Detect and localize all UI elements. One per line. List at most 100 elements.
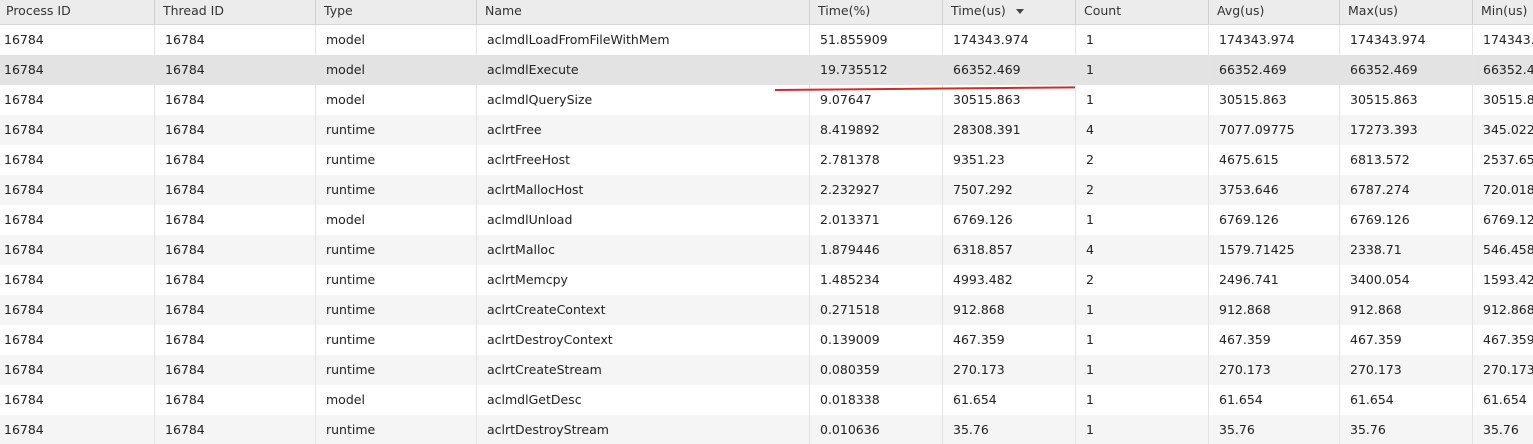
thread-id-cell: 16784	[155, 25, 316, 55]
min-us-cell: 912.868	[1483, 302, 1533, 317]
count-cell: 2	[1076, 175, 1209, 205]
count-cell: 1	[1076, 295, 1209, 325]
process-id-cell: 16784	[0, 55, 155, 85]
count-cell: 1	[1076, 325, 1209, 355]
process-id-cell: 16784	[0, 205, 155, 235]
table-row[interactable]: 16784 16784 model aclmdlQuerySize 9.07647 305…	[0, 85, 1533, 115]
time-percent-cell: 0.010636	[810, 415, 943, 444]
min-us-cell: 61.654	[1483, 392, 1527, 407]
table-body: 16784 16784 model aclmdlLoadFromFileWithMem…	[0, 25, 1533, 444]
time-percent-cell: 1.485234	[810, 265, 943, 295]
time-percent-cell: 0.271518	[810, 295, 943, 325]
max-us-cell: 3400.054	[1340, 265, 1473, 295]
column-header-time-us[interactable]: Time(us)	[943, 0, 1076, 24]
table-row[interactable]: 16784 16784 model aclmdlGetDesc 0.018338 61.6…	[0, 385, 1533, 415]
table-row[interactable]: 16784 16784 model aclmdlExecute 19.735512 663…	[0, 55, 1533, 85]
thread-id-cell: 16784	[155, 355, 316, 385]
type-cell: runtime	[316, 295, 477, 325]
column-header-name[interactable]: Name	[477, 0, 810, 24]
thread-id-cell: 16784	[155, 295, 316, 325]
count-cell: 1	[1076, 25, 1209, 55]
type-cell: model	[316, 385, 477, 415]
max-us-cell: 6787.274	[1340, 175, 1473, 205]
avg-us-cell: 66352.469	[1209, 55, 1340, 85]
name-cell: aclrtMemcpy	[477, 265, 810, 295]
type-cell: runtime	[316, 415, 477, 444]
max-us-cell: 61.654	[1340, 385, 1473, 415]
max-us-cell: 35.76	[1340, 415, 1473, 444]
process-id-cell: 16784	[0, 85, 155, 115]
time-percent-cell: 0.080359	[810, 355, 943, 385]
column-header-thread-id[interactable]: Thread ID	[155, 0, 316, 24]
name-cell: aclrtCreateStream	[477, 355, 810, 385]
api-statistics-table: Process ID Thread ID Type Name Time(%) T…	[0, 0, 1533, 444]
avg-us-cell: 30515.863	[1209, 85, 1340, 115]
type-cell: runtime	[316, 235, 477, 265]
max-us-cell: 270.173	[1340, 355, 1473, 385]
avg-us-cell: 174343.974	[1209, 25, 1340, 55]
type-cell: runtime	[316, 175, 477, 205]
min-us-cell: 2537.65	[1483, 152, 1533, 167]
process-id-cell: 16784	[0, 235, 155, 265]
table-row[interactable]: 16784 16784 model aclmdlUnload 2.013371 6769.…	[0, 205, 1533, 235]
name-cell: aclrtDestroyContext	[477, 325, 810, 355]
time-percent-cell: 2.781378	[810, 145, 943, 175]
table-row[interactable]: 16784 16784 runtime aclrtMallocHost 2.232927…	[0, 175, 1533, 205]
table-row[interactable]: 16784 16784 runtime aclrtMalloc 1.879446 6318…	[0, 235, 1533, 265]
table-row[interactable]: 16784 16784 model aclmdlLoadFromFileWithMem…	[0, 25, 1533, 55]
column-header-avg-us[interactable]: Avg(us)	[1209, 0, 1340, 24]
time-us-cell: 28308.391	[943, 115, 1076, 145]
column-header-process-id[interactable]: Process ID	[0, 0, 155, 24]
time-us-cell: 270.173	[943, 355, 1076, 385]
time-percent-cell: 0.139009	[810, 325, 943, 355]
avg-us-cell: 912.868	[1209, 295, 1340, 325]
table-row[interactable]: 16784 16784 runtime aclrtFreeHost 2.781378 93…	[0, 145, 1533, 175]
process-id-cell: 16784	[0, 295, 155, 325]
time-percent-cell: 8.419892	[810, 115, 943, 145]
max-us-cell: 66352.469	[1340, 55, 1473, 85]
avg-us-cell: 467.359	[1209, 325, 1340, 355]
time-us-cell: 4993.482	[943, 265, 1076, 295]
thread-id-cell: 16784	[155, 235, 316, 265]
type-cell: runtime	[316, 265, 477, 295]
time-us-cell: 6769.126	[943, 205, 1076, 235]
type-cell: runtime	[316, 325, 477, 355]
table-row[interactable]: 16784 16784 runtime aclrtMemcpy 1.485234 4993…	[0, 265, 1533, 295]
max-us-cell: 6813.572	[1340, 145, 1473, 175]
column-header-count[interactable]: Count	[1076, 0, 1209, 24]
column-header-min-us[interactable]: Min(us)	[1473, 0, 1533, 24]
count-cell: 1	[1076, 85, 1209, 115]
thread-id-cell: 16784	[155, 145, 316, 175]
name-cell: aclrtMalloc	[477, 235, 810, 265]
time-percent-cell: 2.232927	[810, 175, 943, 205]
time-us-cell: 7507.292	[943, 175, 1076, 205]
table-row[interactable]: 16784 16784 runtime aclrtDestroyContext 0.13…	[0, 325, 1533, 355]
min-us-cell: 467.359	[1483, 332, 1533, 347]
name-cell: aclrtFreeHost	[477, 145, 810, 175]
name-cell: aclrtFree	[477, 115, 810, 145]
table-row[interactable]: 16784 16784 runtime aclrtFree 8.419892 28308.…	[0, 115, 1533, 145]
table-row[interactable]: 16784 16784 runtime aclrtCreateContext 0.271…	[0, 295, 1533, 325]
time-percent-cell: 1.879446	[810, 235, 943, 265]
column-header-time-percent[interactable]: Time(%)	[810, 0, 943, 24]
name-cell: aclrtDestroyStream	[477, 415, 810, 444]
min-us-cell: 35.76	[1483, 422, 1519, 437]
table-row[interactable]: 16784 16784 runtime aclrtDestroyStream 0.010…	[0, 415, 1533, 444]
avg-us-cell: 3753.646	[1209, 175, 1340, 205]
thread-id-cell: 16784	[155, 325, 316, 355]
time-us-cell: 467.359	[943, 325, 1076, 355]
name-cell: aclmdlUnload	[477, 205, 810, 235]
max-us-cell: 174343.974	[1340, 25, 1473, 55]
avg-us-cell: 35.76	[1209, 415, 1340, 444]
avg-us-cell: 4675.615	[1209, 145, 1340, 175]
count-cell: 1	[1076, 55, 1209, 85]
type-cell: runtime	[316, 145, 477, 175]
type-cell: model	[316, 55, 477, 85]
count-cell: 2	[1076, 265, 1209, 295]
process-id-cell: 16784	[0, 175, 155, 205]
column-header-max-us[interactable]: Max(us)	[1340, 0, 1473, 24]
column-header-type[interactable]: Type	[316, 0, 477, 24]
process-id-cell: 16784	[0, 385, 155, 415]
table-row[interactable]: 16784 16784 runtime aclrtCreateStream 0.0803…	[0, 355, 1533, 385]
max-us-cell: 912.868	[1340, 295, 1473, 325]
